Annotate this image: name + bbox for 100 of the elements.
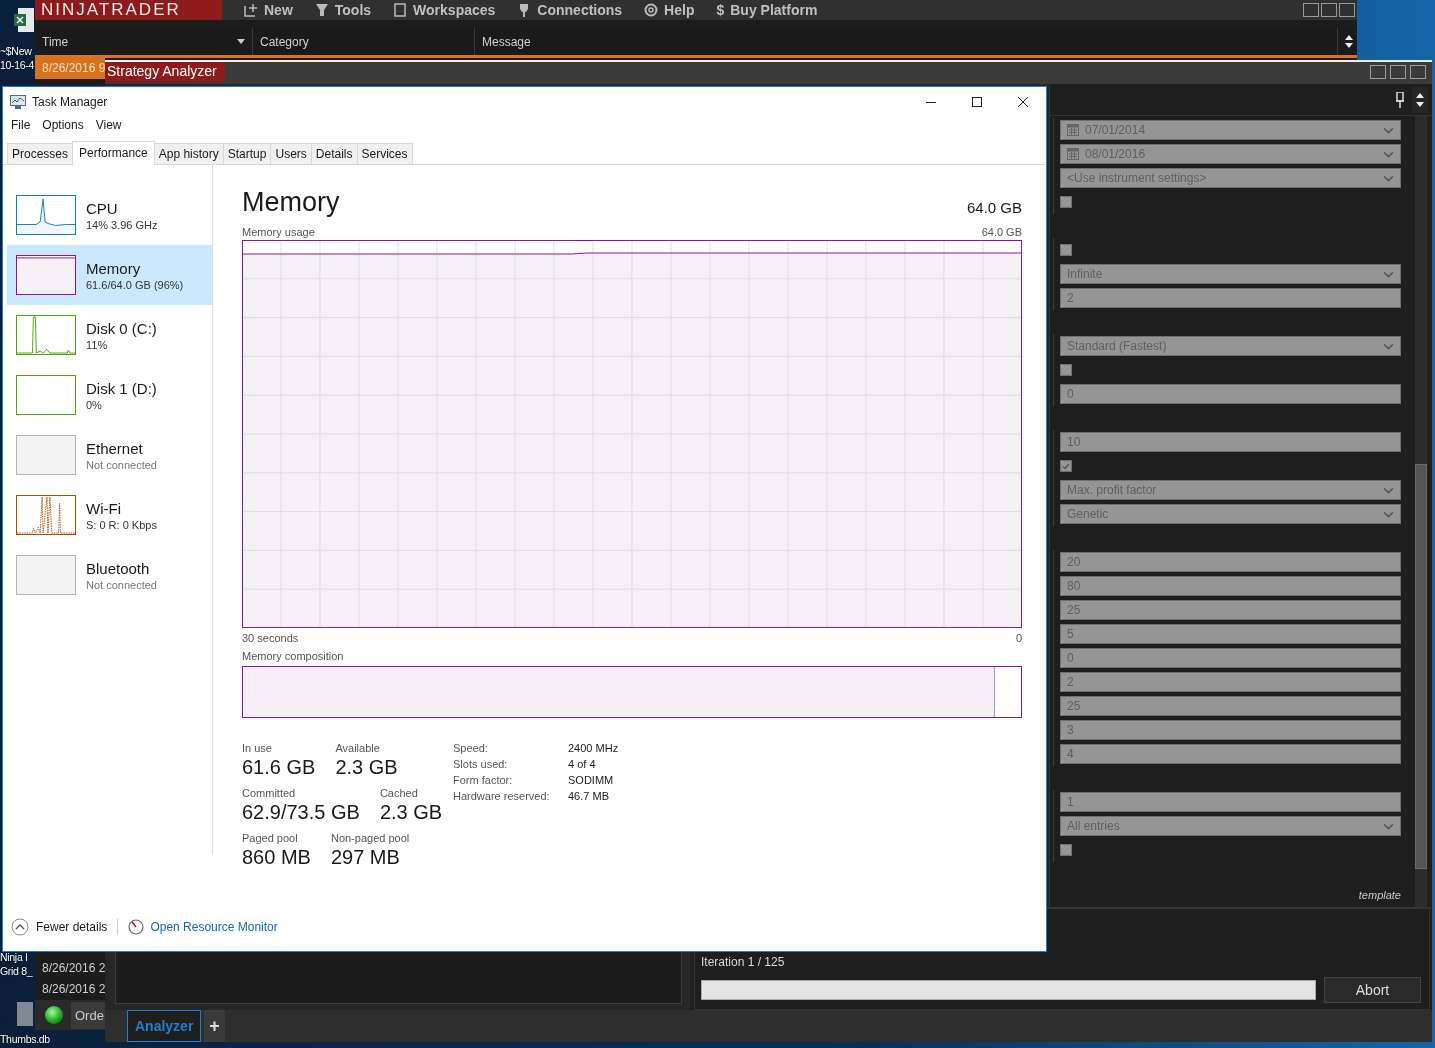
- checkbox[interactable]: [1060, 844, 1072, 856]
- scroll-down-icon[interactable]: [1344, 43, 1353, 48]
- stat-label: Cached: [379, 787, 419, 799]
- chevron-down-icon: [1383, 342, 1394, 350]
- pin-icon[interactable]: [1396, 91, 1404, 108]
- chevron-down-icon: [1383, 486, 1394, 494]
- axis-label: 30 seconds: [242, 632, 299, 644]
- resource-item[interactable]: Wi-Fi S: 0 R: 0 Kbps: [7, 485, 212, 545]
- template-label: template: [1357, 889, 1401, 903]
- scroll-up-icon[interactable]: [1344, 35, 1353, 40]
- chevron-down-icon: [1383, 822, 1394, 830]
- chevron-down-icon: [1383, 510, 1394, 518]
- spec-value: 4 of 4: [568, 758, 597, 770]
- menu-item[interactable]: Connections: [517, 2, 623, 18]
- stat-label: In use: [242, 742, 273, 754]
- spec-label: Slots used:: [453, 758, 509, 770]
- task-manager-icon: [10, 94, 26, 109]
- scrollbar[interactable]: [1415, 116, 1427, 907]
- column-header[interactable]: Message: [475, 28, 1338, 55]
- checkbox[interactable]: [1060, 196, 1072, 208]
- chevron-down-icon: [1383, 174, 1394, 182]
- chevron-down-icon: [1383, 270, 1394, 278]
- checkbox[interactable]: [1060, 364, 1072, 376]
- fewer-details-button[interactable]: Fewer details: [11, 918, 108, 936]
- stat-label: Non-paged pool: [330, 832, 410, 844]
- new-window-icon: [244, 3, 258, 17]
- stat-value: 62.9/73.5 GB: [242, 801, 360, 824]
- spec-label: Hardware reserved:: [453, 790, 551, 802]
- stat-value: 2.3 GB: [379, 801, 443, 824]
- resource-item[interactable]: Bluetooth Not connected: [7, 545, 212, 605]
- close-icon: [1018, 96, 1028, 107]
- resource-item[interactable]: Memory 61.6/64.0 GB (96%): [7, 245, 212, 305]
- desktop-icon-label[interactable]: Thumbs.db: [0, 1032, 50, 1046]
- menu-item[interactable]: Help: [644, 2, 695, 18]
- tab[interactable]: Details: [310, 143, 358, 164]
- chevron-down-icon: [1383, 126, 1394, 134]
- desktop-icon-label[interactable]: 10-16-4: [0, 58, 35, 72]
- window-title: Task Manager: [32, 94, 108, 109]
- stat-value: 860 MB: [242, 846, 311, 869]
- stat-label: Committed: [242, 787, 297, 799]
- tab[interactable]: Orde: [71, 1001, 108, 1029]
- stat-value: 61.6 GB: [242, 756, 316, 779]
- spec-value: 2400 MHz: [568, 742, 619, 754]
- menu-item[interactable]: View: [89, 116, 128, 136]
- menu-item[interactable]: New: [244, 2, 293, 18]
- desktop-icon-label[interactable]: Grid 8_: [0, 964, 33, 978]
- menu-item[interactable]: File: [5, 116, 37, 136]
- menu-item[interactable]: $ Buy Platform: [716, 2, 818, 18]
- desktop-icon-label[interactable]: Ninja I: [0, 950, 28, 964]
- app-logo: NINJATRADER: [35, 0, 222, 20]
- tab[interactable]: Analyzer: [127, 1010, 202, 1042]
- caret-icon: [237, 39, 245, 44]
- checkbox[interactable]: [1060, 460, 1072, 472]
- document-icon: [393, 3, 408, 17]
- graph-title: Memory composition: [242, 650, 345, 662]
- page-heading: Memory: [242, 187, 340, 218]
- resource-item[interactable]: Disk 1 (D:) 0%: [7, 365, 212, 425]
- stat-label: Paged pool: [242, 832, 299, 844]
- resource-monitor-link[interactable]: Open Resource Monitor: [150, 920, 278, 934]
- total-memory: 64.0 GB: [966, 199, 1022, 218]
- tab[interactable]: Performance: [72, 141, 155, 165]
- lifebuoy-icon: [644, 3, 659, 17]
- spreadsheet-file-icon[interactable]: [14, 8, 34, 32]
- funnel-icon: [314, 3, 329, 17]
- stat-value: 297 MB: [330, 846, 401, 869]
- add-tab-button[interactable]: +: [204, 1010, 225, 1042]
- tab[interactable]: Services: [356, 143, 413, 164]
- resource-item[interactable]: Disk 0 (C:) 11%: [7, 305, 212, 365]
- tab[interactable]: Processes: [7, 143, 74, 164]
- window-title: Strategy Analyzer: [105, 62, 225, 82]
- spec-value: SODIMM: [568, 774, 615, 786]
- resource-monitor-icon: [128, 919, 145, 935]
- scroll-arrows[interactable]: [1412, 86, 1428, 113]
- abort-button[interactable]: Abort: [1324, 977, 1421, 1003]
- menu-item[interactable]: Tools: [314, 2, 372, 18]
- desktop-icon-label[interactable]: ~$New: [0, 44, 32, 58]
- log-row[interactable]: 8/26/2016 2: [35, 979, 105, 1000]
- tab[interactable]: App history: [153, 143, 224, 164]
- log-row[interactable]: 8/26/2016 2: [35, 958, 105, 979]
- column-header[interactable]: Category: [253, 28, 475, 55]
- iteration-label: Iteration 1 / 125: [701, 955, 786, 969]
- tab[interactable]: Users: [270, 143, 312, 164]
- spec-value: 46.7 MB: [568, 790, 610, 802]
- maximize-icon: [972, 96, 982, 107]
- graph-max-label: 64.0 GB: [981, 226, 1022, 238]
- chevron-up-icon: [11, 918, 29, 936]
- resource-item[interactable]: CPU 14% 3.96 GHz: [7, 185, 212, 245]
- stat-value: 2.3 GB: [335, 756, 398, 779]
- resource-item[interactable]: Ethernet Not connected: [7, 425, 212, 485]
- menu-item[interactable]: Options: [36, 116, 90, 136]
- calendar-icon: [1067, 124, 1079, 136]
- calendar-icon: [1067, 148, 1079, 160]
- spec-label: Form factor:: [453, 774, 514, 786]
- chevron-down-icon: [1383, 150, 1394, 158]
- tab[interactable]: Startup: [222, 143, 272, 164]
- menu-item[interactable]: Workspaces: [393, 2, 496, 18]
- axis-label: 0: [1015, 632, 1022, 644]
- checkbox[interactable]: [1060, 244, 1072, 256]
- column-header[interactable]: Time: [35, 28, 253, 55]
- stat-label: Available: [335, 742, 381, 754]
